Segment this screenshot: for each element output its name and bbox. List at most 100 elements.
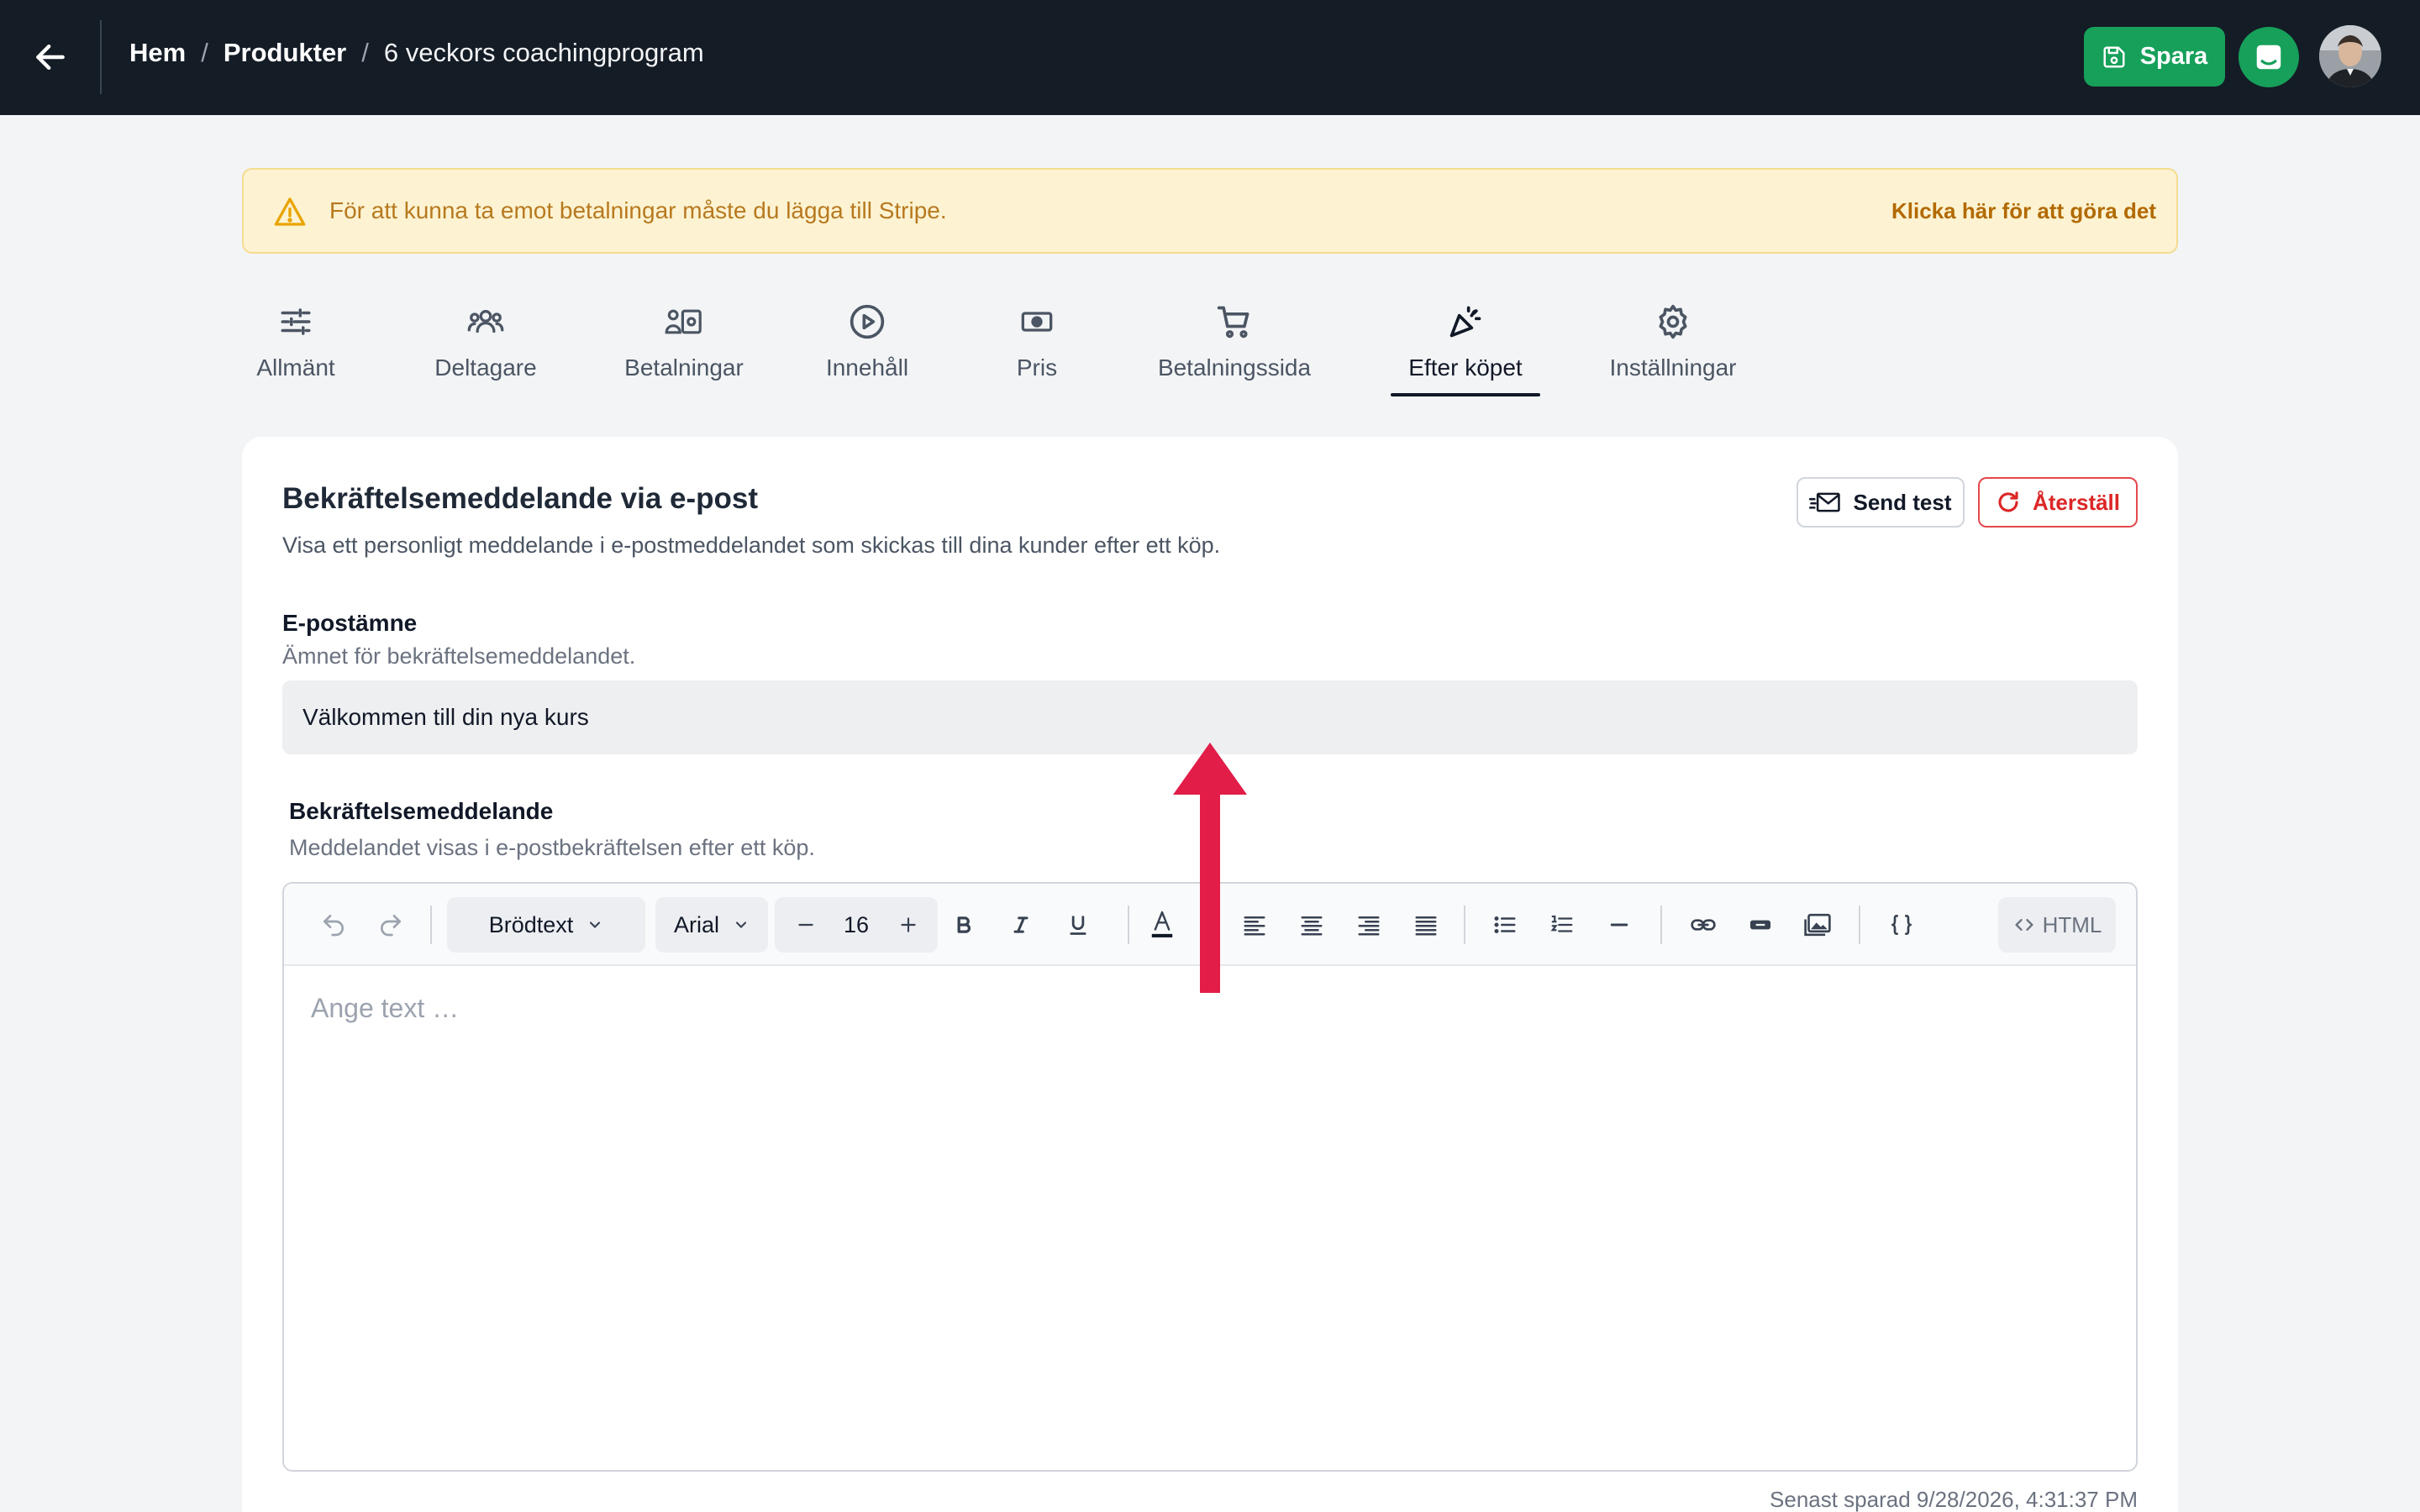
chevron-down-icon (590, 921, 601, 928)
tab-label: Deltagare (434, 354, 537, 381)
italic-button[interactable] (1000, 904, 1042, 946)
tab-deltagare[interactable]: Deltagare (425, 298, 546, 399)
variables-button[interactable] (1881, 904, 1923, 946)
chat-icon (2256, 45, 2281, 70)
align-justify-icon (1415, 916, 1437, 936)
html-source-button[interactable]: HTML (1998, 897, 2116, 953)
image-icon (1804, 913, 1831, 937)
tab-label: Betalningar (624, 354, 744, 381)
chat-button[interactable] (2238, 27, 2299, 87)
refresh-icon (1998, 491, 2018, 512)
tab-label: Inställningar (1609, 354, 1737, 381)
italic-icon (1013, 916, 1028, 933)
tab-efter-kopet[interactable]: Efter köpet (1391, 298, 1540, 399)
font-size-input[interactable] (831, 906, 881, 944)
code-icon (2015, 919, 2033, 931)
send-mail-icon (1809, 492, 1841, 512)
breadcrumb-home[interactable]: Hem (129, 38, 186, 68)
align-right-button[interactable] (1348, 904, 1390, 946)
button-insert-button[interactable] (1739, 904, 1781, 946)
numbered-list-button[interactable] (1541, 904, 1583, 946)
underline-button[interactable] (1057, 904, 1099, 946)
editor-content[interactable]: Ange text … (284, 966, 2136, 1470)
subject-help: Ämnet för bekräftelsemeddelandet. (282, 643, 636, 669)
link-button[interactable] (1682, 904, 1724, 946)
party-icon (1445, 302, 1486, 342)
alert-action-link[interactable]: Klicka här för att göra det (1891, 198, 2156, 224)
card-title: Bekräftelsemeddelande via e-post (282, 482, 759, 515)
subject-label: E-postämne (282, 610, 418, 636)
toolbar-separator (1464, 906, 1465, 944)
numbered-list-icon (1550, 915, 1573, 932)
redo-icon (381, 915, 401, 937)
reset-button[interactable]: Återställ (1978, 477, 2138, 528)
tab-betalningar[interactable]: Betalningar (618, 298, 750, 399)
save-button-label: Spara (2139, 43, 2208, 70)
user-avatar[interactable] (2319, 25, 2381, 87)
cart-icon (1214, 302, 1255, 342)
text-color-icon (1151, 911, 1173, 937)
breadcrumb-products[interactable]: Produkter (224, 38, 346, 68)
block-style-select[interactable]: Brödtext (447, 897, 645, 953)
bold-button[interactable] (943, 904, 985, 946)
last-saved-status: Senast sparad 9/28/2026, 4:31:37 PM (1770, 1487, 2138, 1512)
breadcrumb-separator: / (201, 38, 208, 67)
bullet-list-icon (1494, 916, 1516, 933)
arrow-left-icon (36, 44, 65, 71)
message-label: Bekräftelsemeddelande (289, 798, 554, 824)
send-test-button[interactable]: Send test (1797, 477, 1965, 528)
message-help: Meddelandet visas i e-postbekräftelsen e… (289, 835, 815, 860)
editor-placeholder: Ange text … (311, 993, 460, 1023)
block-style-value: Brödtext (488, 911, 574, 937)
save-button[interactable]: Spara (2084, 27, 2225, 87)
user-photo-icon (2319, 25, 2381, 87)
tab-installningar[interactable]: Inställningar (1606, 298, 1740, 399)
sliders-icon (276, 302, 316, 342)
align-center-icon (1301, 916, 1323, 936)
undo-icon (324, 915, 344, 937)
users-icon (466, 302, 506, 342)
link-icon (1691, 919, 1716, 931)
tab-betalningssida[interactable]: Betalningssida (1155, 298, 1314, 399)
redo-button[interactable] (370, 904, 412, 946)
tab-label: Efter köpet (1408, 354, 1523, 381)
tab-allmant[interactable]: Allmänt (242, 298, 350, 399)
chevron-down-icon (735, 921, 747, 928)
gear-icon (1653, 302, 1693, 342)
breadcrumb-separator: / (361, 38, 369, 67)
button-block-icon (1750, 920, 1770, 930)
font-size-increase-button[interactable] (887, 904, 929, 946)
send-test-label: Send test (1853, 489, 1952, 515)
tab-innehall[interactable]: Innehåll (821, 298, 913, 399)
minus-icon (798, 923, 813, 927)
font-family-value: Arial (673, 911, 719, 937)
toolbar-separator (430, 906, 432, 944)
breadcrumb-current: 6 veckors coachingprogram (383, 38, 704, 67)
horizontal-rule-icon (1610, 923, 1628, 927)
reset-label: Återställ (2032, 489, 2121, 515)
font-size-decrease-button[interactable] (785, 904, 827, 946)
toolbar-separator (1128, 906, 1129, 944)
align-justify-button[interactable] (1405, 904, 1447, 946)
horizontal-rule-button[interactable] (1598, 904, 1640, 946)
curly-braces-icon (1891, 915, 1912, 935)
tab-pris[interactable]: Pris (1012, 298, 1062, 399)
bullet-list-button[interactable] (1484, 904, 1526, 946)
image-button[interactable] (1797, 904, 1839, 946)
tab-label: Pris (1016, 354, 1058, 381)
tab-label: Innehåll (825, 354, 909, 381)
toolbar-separator (1859, 906, 1860, 944)
stripe-alert: För att kunna ta emot betalningar måste … (242, 168, 2178, 254)
plus-icon (901, 917, 916, 932)
align-center-button[interactable] (1291, 904, 1333, 946)
payments-icon (664, 302, 704, 342)
back-button[interactable] (27, 34, 74, 81)
font-family-select[interactable]: Arial (655, 897, 768, 953)
card-description: Visa ett personligt meddelande i e-postm… (282, 533, 1221, 558)
bold-icon (957, 916, 971, 933)
undo-button[interactable] (313, 904, 355, 946)
topbar-divider (100, 20, 102, 94)
alert-message: För att kunna ta emot betalningar måste … (329, 197, 947, 223)
underline-icon (1070, 916, 1086, 935)
tab-label: Betalningssida (1157, 354, 1312, 381)
